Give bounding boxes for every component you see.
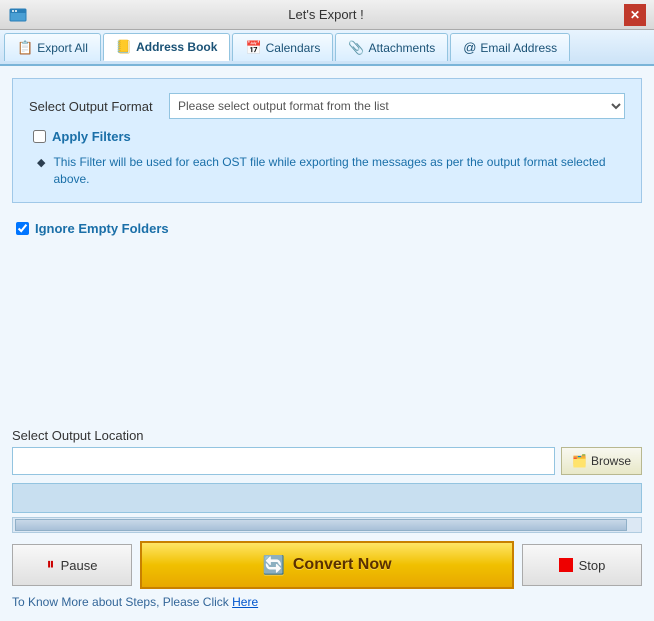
action-bar: ⏸ Pause 🔄 Convert Now Stop xyxy=(12,541,642,589)
convert-icon: 🔄 xyxy=(262,555,284,576)
format-row: Select Output Format Please select outpu… xyxy=(29,93,625,119)
footer: To Know More about Steps, Please Click H… xyxy=(12,595,642,609)
pause-icon: ⏸ xyxy=(47,556,55,574)
diamond-icon: ◆ xyxy=(37,156,45,169)
tab-email-address[interactable]: @ Email Address xyxy=(450,33,570,61)
footer-link[interactable]: Here xyxy=(232,595,258,609)
tab-export-all[interactable]: 📋 Export All xyxy=(4,33,101,61)
format-label: Select Output Format xyxy=(29,99,169,114)
stop-icon xyxy=(559,558,573,572)
export-all-icon: 📋 xyxy=(17,40,33,56)
location-label: Select Output Location xyxy=(12,428,642,443)
stop-button[interactable]: Stop xyxy=(522,544,642,586)
app-icon xyxy=(8,5,28,25)
pause-label: Pause xyxy=(61,558,98,573)
main-content: Select Output Format Please select outpu… xyxy=(0,66,654,621)
tab-attachments[interactable]: 📎 Attachments xyxy=(335,33,448,61)
filter-row: Apply Filters xyxy=(29,129,625,144)
tab-bar: 📋 Export All 📒 Address Book 📅 Calendars … xyxy=(0,30,654,66)
close-button[interactable]: ✕ xyxy=(624,4,646,26)
tab-attachments-label: Attachments xyxy=(369,41,436,55)
title-bar: Let's Export ! ✕ xyxy=(0,0,654,30)
ignore-empty-folders-row: Ignore Empty Folders xyxy=(12,213,642,244)
window-title: Let's Export ! xyxy=(28,7,624,22)
tab-email-address-label: Email Address xyxy=(480,41,557,55)
scrollbar-area[interactable] xyxy=(12,517,642,533)
format-select[interactable]: Please select output format from the lis… xyxy=(169,93,625,119)
tab-calendars[interactable]: 📅 Calendars xyxy=(232,33,333,61)
scrollbar-thumb xyxy=(15,519,627,531)
location-row: 🗂️ Browse xyxy=(12,447,642,475)
content-spacer xyxy=(12,244,642,428)
calendars-icon: 📅 xyxy=(245,40,261,56)
apply-filters-label[interactable]: Apply Filters xyxy=(52,129,131,144)
progress-section xyxy=(12,483,642,513)
apply-filters-checkbox[interactable] xyxy=(33,130,46,143)
email-icon: @ xyxy=(463,40,476,55)
footer-text: To Know More about Steps, Please Click xyxy=(12,595,232,609)
location-section: Select Output Location 🗂️ Browse xyxy=(12,428,642,475)
convert-now-button[interactable]: 🔄 Convert Now xyxy=(140,541,514,589)
pause-button[interactable]: ⏸ Pause xyxy=(12,544,132,586)
convert-label: Convert Now xyxy=(293,556,392,574)
ignore-empty-folders-label[interactable]: Ignore Empty Folders xyxy=(35,221,169,236)
tab-address-book[interactable]: 📒 Address Book xyxy=(103,33,231,61)
filter-info-text: This Filter will be used for each OST fi… xyxy=(53,154,625,188)
address-book-icon: 📒 xyxy=(116,39,132,55)
ignore-empty-folders-checkbox[interactable] xyxy=(16,222,29,235)
folder-icon: 🗂️ xyxy=(572,454,587,468)
tab-export-all-label: Export All xyxy=(37,41,88,55)
location-input[interactable] xyxy=(12,447,555,475)
browse-label: Browse xyxy=(591,454,631,468)
tab-address-book-label: Address Book xyxy=(136,40,217,54)
format-section: Select Output Format Please select outpu… xyxy=(12,78,642,203)
filter-info: ◆ This Filter will be used for each OST … xyxy=(29,154,625,188)
stop-label: Stop xyxy=(579,558,606,573)
attachments-icon: 📎 xyxy=(348,40,364,56)
browse-button[interactable]: 🗂️ Browse xyxy=(561,447,642,475)
tab-calendars-label: Calendars xyxy=(266,41,321,55)
